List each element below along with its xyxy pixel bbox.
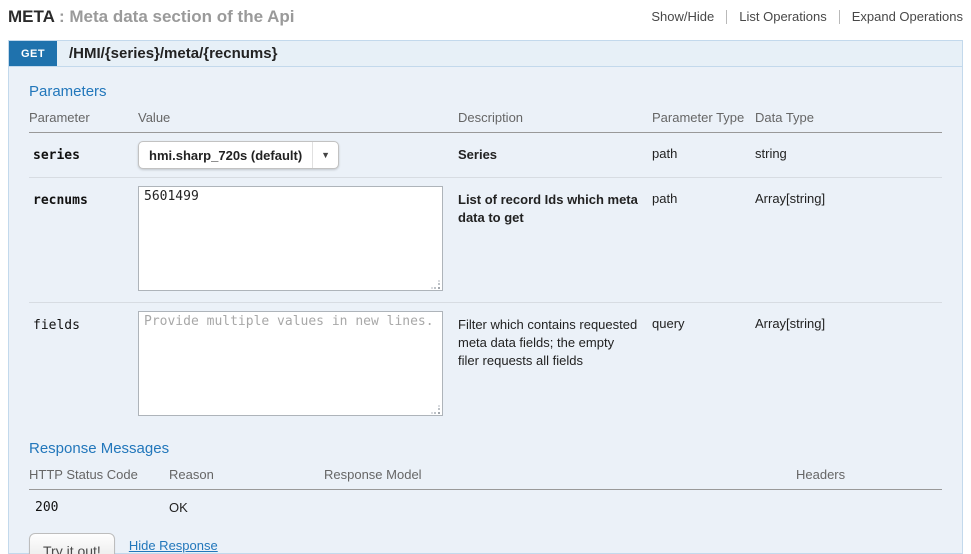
http-method-badge[interactable]: GET bbox=[9, 41, 57, 66]
hide-response-link[interactable]: Hide Response bbox=[129, 538, 218, 553]
api-section-description: Meta data section of the Api bbox=[69, 7, 294, 26]
col-reason: Reason bbox=[169, 467, 324, 482]
chevron-down-icon: ▼ bbox=[312, 142, 338, 168]
show-hide-link[interactable]: Show/Hide bbox=[639, 10, 726, 24]
operations-links: Show/Hide List Operations Expand Operati… bbox=[639, 10, 963, 24]
parameter-row-series: series hmi.sharp_720s (default) ▼ Series… bbox=[29, 133, 942, 177]
col-value: Value bbox=[138, 110, 458, 125]
api-section-header: META : Meta data section of the Api Show… bbox=[8, 7, 963, 34]
parameter-row-fields: fields Filter which contains requested m… bbox=[29, 302, 942, 427]
parameters-table: Parameter Value Description Parameter Ty… bbox=[29, 110, 942, 427]
try-it-out-button[interactable]: Try it out! bbox=[29, 533, 115, 554]
response-messages-table: HTTP Status Code Reason Response Model H… bbox=[29, 467, 942, 521]
param-type: path bbox=[652, 186, 755, 294]
recnums-input[interactable]: 5601499 bbox=[138, 186, 443, 291]
operation-content-panel: Parameters Parameter Value Description P… bbox=[8, 67, 963, 554]
response-row-200: 200 OK bbox=[29, 490, 942, 521]
api-section-name: META bbox=[8, 7, 54, 26]
col-headers: Headers bbox=[796, 467, 942, 482]
response-messages-heading: Response Messages bbox=[29, 427, 952, 457]
param-description: Series bbox=[458, 141, 652, 169]
param-name: fields bbox=[29, 311, 138, 419]
param-name: recnums bbox=[29, 186, 138, 294]
status-code: 200 bbox=[29, 500, 169, 515]
param-description: List of record Ids which meta data to ge… bbox=[458, 186, 652, 294]
parameter-row-recnums: recnums 5601499 List of record Ids which… bbox=[29, 177, 942, 302]
param-type: path bbox=[652, 141, 755, 169]
status-reason: OK bbox=[169, 500, 324, 515]
page-title: META : Meta data section of the Api bbox=[8, 7, 295, 27]
response-model bbox=[324, 500, 796, 515]
param-data-type: string bbox=[755, 141, 942, 169]
param-name: series bbox=[29, 141, 138, 169]
param-description: Filter which contains requested meta dat… bbox=[458, 311, 652, 419]
swagger-page: META : Meta data section of the Api Show… bbox=[0, 7, 971, 554]
expand-operations-link[interactable]: Expand Operations bbox=[839, 10, 963, 24]
response-table-header: HTTP Status Code Reason Response Model H… bbox=[29, 467, 942, 490]
col-description: Description bbox=[458, 110, 652, 125]
col-parameter: Parameter bbox=[29, 110, 138, 125]
param-data-type: Array[string] bbox=[755, 186, 942, 294]
parameters-table-header: Parameter Value Description Parameter Ty… bbox=[29, 110, 942, 133]
series-select-value: hmi.sharp_720s (default) bbox=[139, 142, 312, 168]
fields-input[interactable] bbox=[138, 311, 443, 416]
col-data-type: Data Type bbox=[755, 110, 942, 125]
endpoint-heading-bar[interactable]: GET /HMI/{series}/meta/{recnums} bbox=[8, 40, 963, 67]
param-type: query bbox=[652, 311, 755, 419]
parameters-heading: Parameters bbox=[29, 67, 952, 100]
endpoint-path[interactable]: /HMI/{series}/meta/{recnums} bbox=[69, 41, 277, 66]
sandbox-footer: Try it out! Hide Response bbox=[29, 533, 952, 554]
list-operations-link[interactable]: List Operations bbox=[726, 10, 838, 24]
col-parameter-type: Parameter Type bbox=[652, 110, 755, 125]
title-separator: : bbox=[54, 7, 69, 26]
col-http-status-code: HTTP Status Code bbox=[29, 467, 169, 482]
response-headers bbox=[796, 500, 942, 515]
col-response-model: Response Model bbox=[324, 467, 796, 482]
series-select[interactable]: hmi.sharp_720s (default) ▼ bbox=[138, 141, 339, 169]
param-data-type: Array[string] bbox=[755, 311, 942, 419]
